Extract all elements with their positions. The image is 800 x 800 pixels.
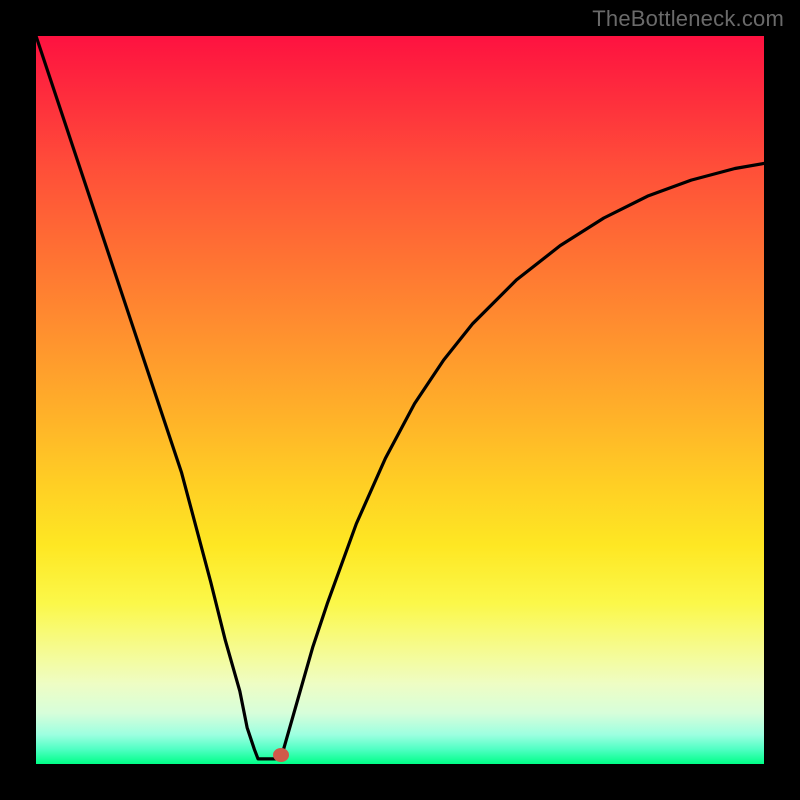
watermark-text: TheBottleneck.com: [592, 6, 784, 32]
curve-svg: [36, 36, 764, 764]
plot-area: [36, 36, 764, 764]
optimal-point-marker: [273, 748, 289, 762]
chart-container: TheBottleneck.com: [0, 0, 800, 800]
bottleneck-curve: [36, 36, 764, 759]
